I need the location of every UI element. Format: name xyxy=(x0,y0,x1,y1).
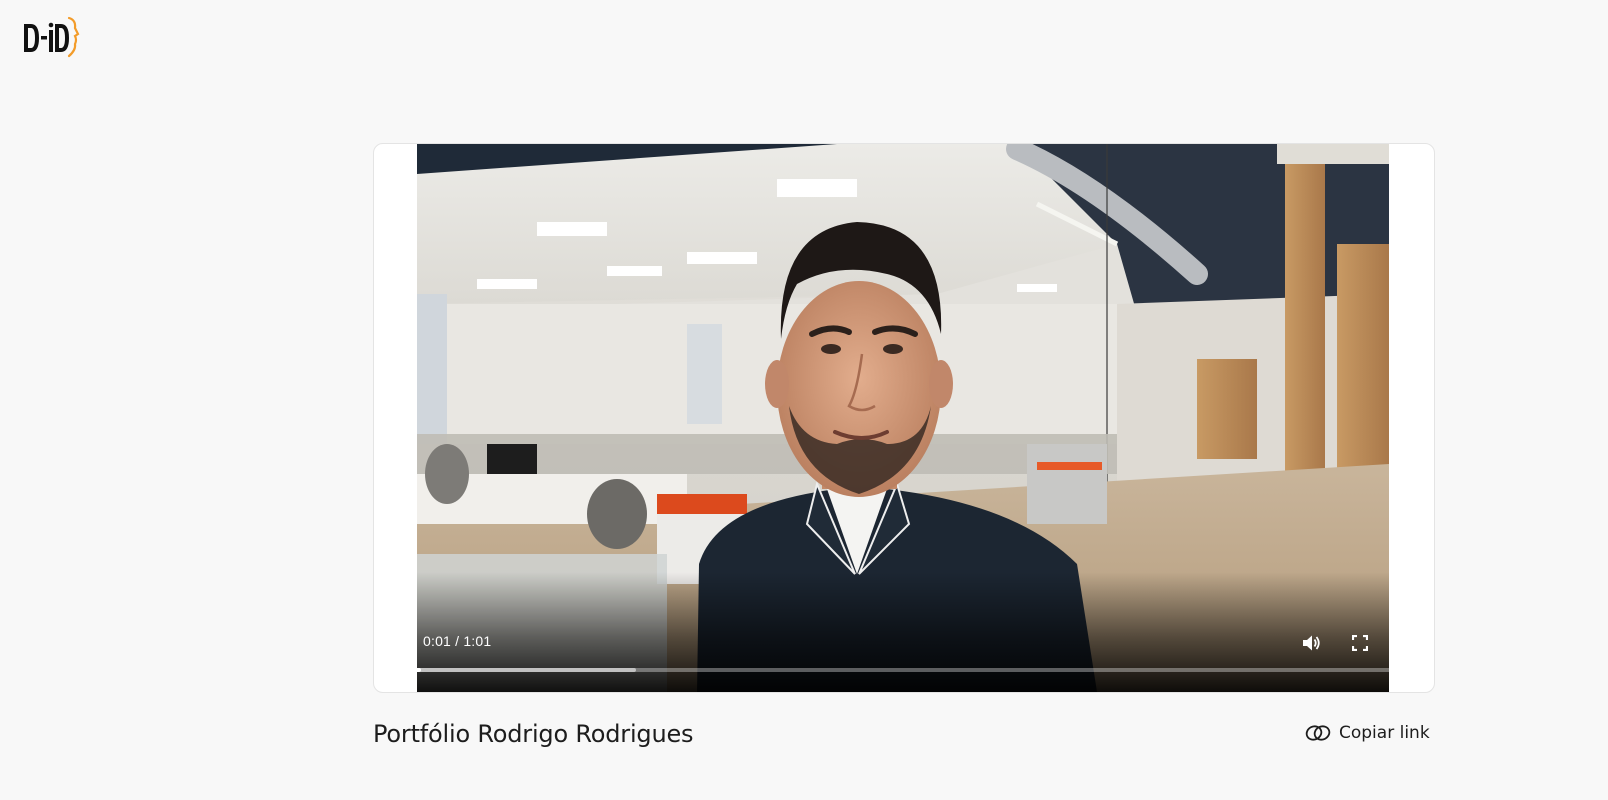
video-title: Portfólio Rodrigo Rodrigues xyxy=(373,720,694,748)
time-display: 0:01 / 1:01 xyxy=(423,633,492,649)
progress-buffered xyxy=(390,668,637,672)
page: 0:01 / 1:01 Portfólio Rodrigo Rodrigues … xyxy=(0,0,1608,800)
video-frame[interactable] xyxy=(417,144,1389,692)
fullscreen-button[interactable] xyxy=(1347,630,1373,656)
volume-button[interactable] xyxy=(1299,630,1325,656)
more-vertical-icon xyxy=(1406,635,1410,651)
play-button[interactable] xyxy=(388,630,414,656)
play-icon xyxy=(396,636,407,650)
fullscreen-icon xyxy=(1352,635,1368,651)
more-options-button[interactable] xyxy=(1395,630,1421,656)
progress-bar[interactable] xyxy=(390,668,1416,672)
volume-icon xyxy=(1303,635,1320,651)
brand-logo[interactable] xyxy=(22,14,80,60)
copy-link-button[interactable]: Copiar link xyxy=(1305,723,1430,743)
copy-link-label: Copiar link xyxy=(1339,723,1430,743)
video-poster-image xyxy=(417,144,1389,692)
progress-played xyxy=(390,668,422,672)
link-icon xyxy=(1305,725,1331,741)
video-player[interactable]: 0:01 / 1:01 xyxy=(373,143,1435,693)
